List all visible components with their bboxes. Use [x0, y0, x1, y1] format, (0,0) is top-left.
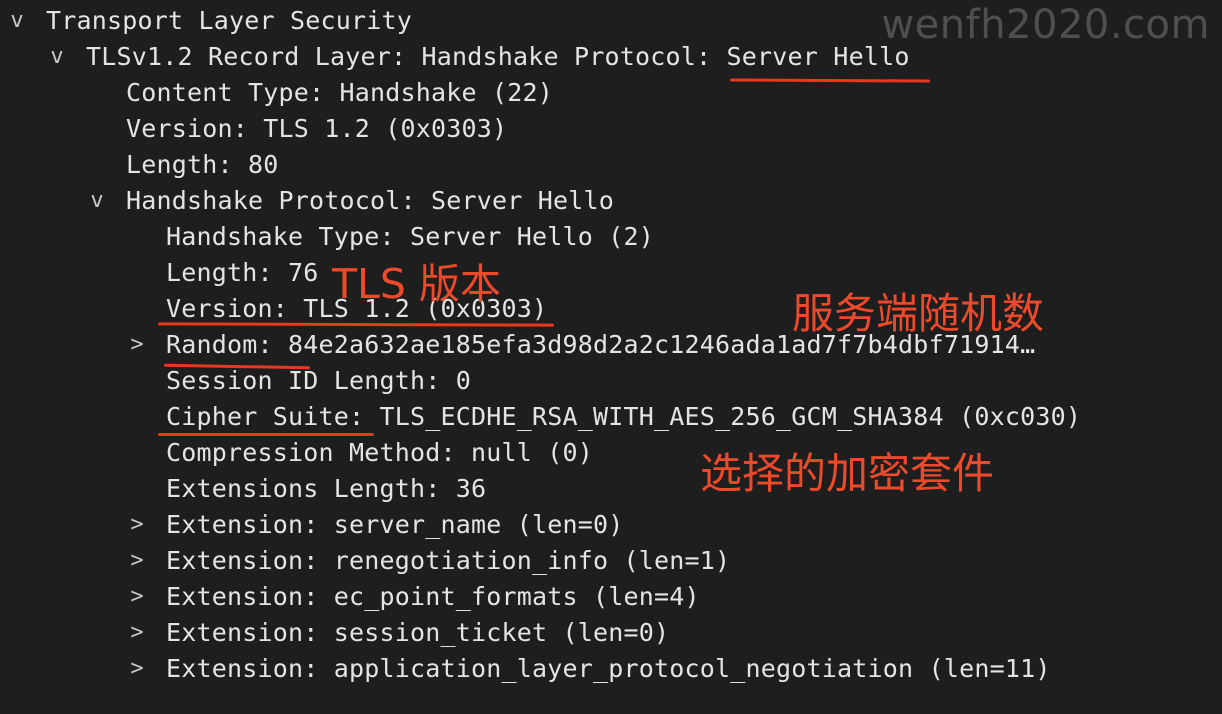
- chevron-right-icon[interactable]: >: [126, 651, 148, 687]
- chevron-right-icon[interactable]: >: [126, 507, 148, 543]
- underline-cipher-suite: [158, 433, 374, 436]
- tree-row-extensions-length[interactable]: Extensions Length: 36: [166, 471, 486, 507]
- tree-row-label: Handshake Protocol: Server Hello: [126, 186, 615, 215]
- tree-row-label: Length: 76: [166, 258, 319, 287]
- tree-row-label: Cipher Suite: TLS_ECDHE_RSA_WITH_AES_256…: [166, 402, 1082, 431]
- packet-detail-tree: v Transport Layer Security v TLSv1.2 Rec…: [0, 0, 1222, 714]
- chevron-down-icon[interactable]: v: [86, 183, 108, 219]
- tree-row-label: Handshake Type: Server Hello (2): [166, 222, 655, 251]
- tree-row-label: Compression Method: null (0): [166, 438, 594, 467]
- tree-row-session-id-length[interactable]: Session ID Length: 0: [166, 363, 471, 399]
- tree-row-label: Extension: renegotiation_info (len=1): [166, 546, 731, 575]
- chevron-right-icon[interactable]: >: [126, 579, 148, 615]
- tree-row-record-length[interactable]: Length: 80: [126, 147, 279, 183]
- tree-row-label: Session ID Length: 0: [166, 366, 472, 395]
- tree-row-label: Length: 80: [126, 150, 279, 179]
- annotation-tls-version: TLS 版本: [332, 260, 501, 308]
- chevron-down-icon[interactable]: v: [6, 3, 28, 39]
- chevron-down-icon[interactable]: v: [46, 39, 68, 75]
- tree-row-compression-method[interactable]: Compression Method: null (0): [166, 435, 593, 471]
- tree-row-label: Extension: session_ticket (len=0): [166, 618, 670, 647]
- tree-row-label: Content Type: Handshake (22): [126, 78, 554, 107]
- tree-row-label: Extension: server_name (len=0): [166, 510, 624, 539]
- watermark: wenfh2020.com: [881, 2, 1210, 48]
- tree-row-handshake-length[interactable]: Length: 76: [166, 255, 319, 291]
- annotation-cipher-suite: 选择的加密套件: [700, 449, 995, 498]
- tree-row-label: TLSv1.2 Record Layer: Handshake Protocol…: [86, 42, 910, 71]
- tree-row-label: Extension: ec_point_formats (len=4): [166, 582, 700, 611]
- tree-row-record-version[interactable]: Version: TLS 1.2 (0x0303): [126, 111, 507, 147]
- tree-row-label: Extension: application_layer_protocol_ne…: [166, 654, 1051, 683]
- chevron-right-icon[interactable]: >: [126, 543, 148, 579]
- tree-row-label: Transport Layer Security: [46, 6, 413, 35]
- chevron-right-icon[interactable]: >: [126, 615, 148, 651]
- chevron-right-icon[interactable]: >: [126, 327, 148, 363]
- tree-row-cipher-suite[interactable]: Cipher Suite: TLS_ECDHE_RSA_WITH_AES_256…: [166, 399, 1081, 435]
- tree-row-content-type[interactable]: Content Type: Handshake (22): [126, 75, 553, 111]
- tree-row-label: Version: TLS 1.2 (0x0303): [126, 114, 508, 143]
- tree-row-label: Extensions Length: 36: [166, 474, 487, 503]
- annotation-server-random: 服务端随机数: [792, 289, 1045, 338]
